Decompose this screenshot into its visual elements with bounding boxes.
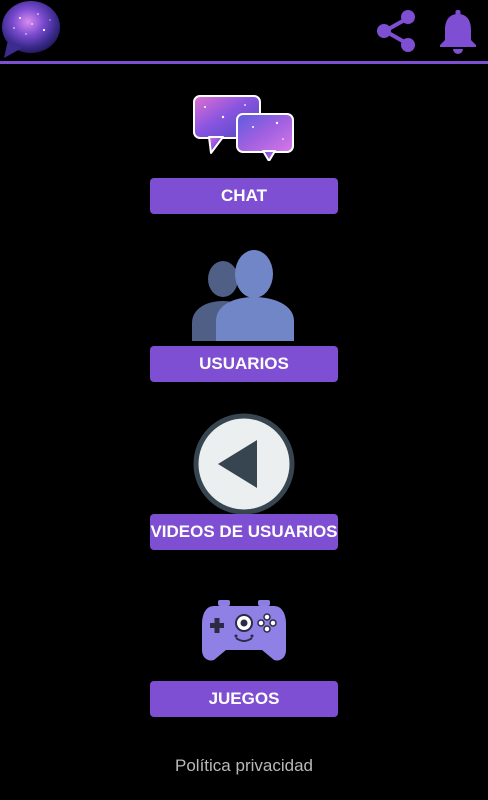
chat-button[interactable]: CHAT (150, 178, 338, 214)
user-videos-button[interactable]: VIDEOS DE USUARIOS (150, 514, 338, 550)
header-divider (0, 61, 488, 64)
top-bar (0, 0, 488, 62)
privacy-policy-link[interactable]: Política privacidad (0, 756, 488, 776)
play-back-icon[interactable] (193, 413, 295, 515)
chat-bubbles-icon[interactable] (193, 95, 295, 161)
galaxy-speech-bubble-icon[interactable] (0, 0, 62, 62)
games-button[interactable]: JUEGOS (150, 681, 338, 717)
users-button[interactable]: USUARIOS (150, 346, 338, 382)
share-icon[interactable] (374, 8, 420, 54)
gamepad-icon[interactable] (200, 598, 288, 664)
users-icon[interactable] (192, 249, 296, 341)
bell-icon[interactable] (436, 8, 480, 54)
